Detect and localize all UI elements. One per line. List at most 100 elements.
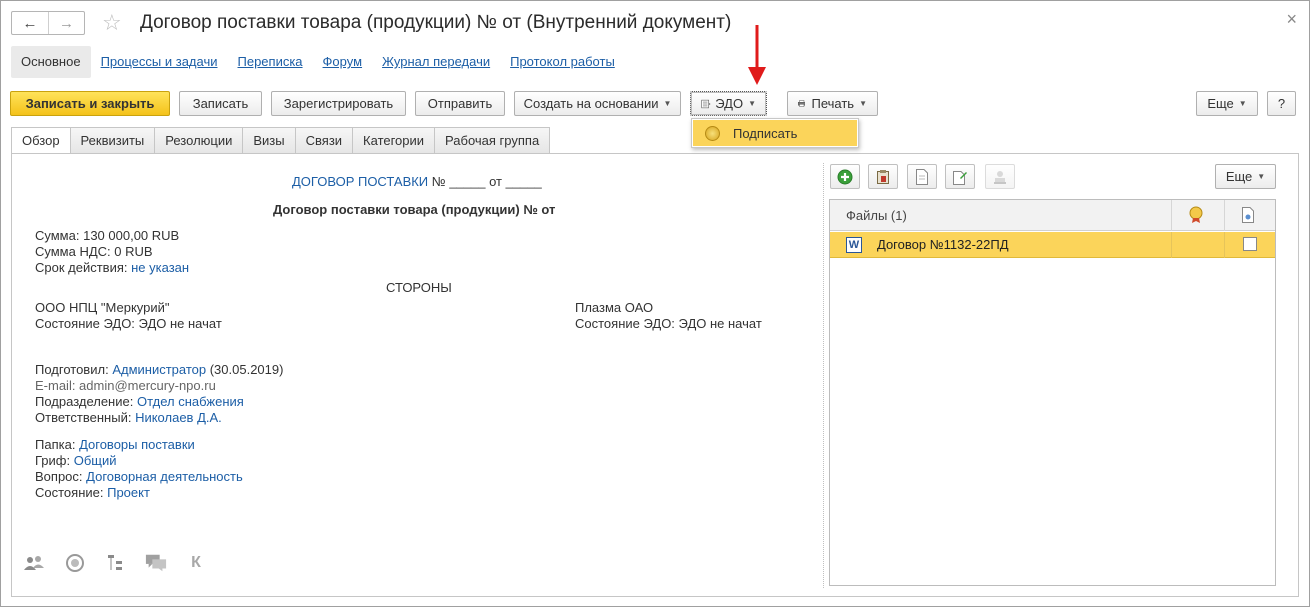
folder-link[interactable]: Договоры поставки <box>79 437 195 452</box>
folder-label: Папка: <box>35 437 76 452</box>
files-more-button[interactable]: Еще ▼ <box>1215 164 1276 189</box>
save-and-close-button[interactable]: Записать и закрыть <box>10 91 170 116</box>
add-from-scanner-button[interactable] <box>868 164 898 189</box>
structure-icon[interactable] <box>105 553 127 573</box>
vat-line: Сумма НДС: 0 RUB <box>35 244 153 259</box>
question-link[interactable]: Договорная деятельность <box>86 469 243 484</box>
files-more-label: Еще <box>1225 169 1253 184</box>
department-link[interactable]: Отдел снабжения <box>137 394 244 409</box>
tab-work-log[interactable]: Протокол работы <box>500 46 625 78</box>
grif-label: Гриф: <box>35 453 71 468</box>
caret-down-icon: ▼ <box>1257 172 1266 181</box>
party1-edo-state: Состояние ЭДО: ЭДО не начат <box>35 316 222 331</box>
window-title: Договор поставки товара (продукции) № от… <box>140 12 732 33</box>
create-based-on-button[interactable]: Создать на основании ▼ <box>514 91 681 116</box>
register-label: Зарегистрировать <box>283 96 394 111</box>
status-link[interactable]: Проект <box>107 485 150 500</box>
forward-button[interactable]: → <box>48 12 84 34</box>
navigation-group: ← → <box>11 11 85 35</box>
prepared-by-link[interactable]: Администратор <box>112 362 206 377</box>
tab-details[interactable]: Реквизиты <box>70 127 156 154</box>
tab-overview[interactable]: Обзор <box>11 127 71 154</box>
prepared-label: Подготовил: <box>35 362 109 377</box>
content-tabs: Обзор Реквизиты Резолюции Визы Связи Кат… <box>11 127 551 154</box>
tab-processes[interactable]: Процессы и задачи <box>91 46 228 78</box>
add-file-button[interactable] <box>830 164 860 189</box>
discussion-icon[interactable] <box>145 553 167 573</box>
close-icon[interactable]: × <box>1286 9 1297 30</box>
save-and-close-label: Записать и закрыть <box>25 96 155 111</box>
sum-line: Сумма: 130 000,00 RUB <box>35 228 179 243</box>
parties-heading: СТОРОНЫ <box>386 280 452 295</box>
k-letter-icon[interactable]: К <box>185 553 207 573</box>
files-table[interactable]: Файлы (1) W Договор №1132-22ПД <box>829 199 1276 586</box>
register-button[interactable]: Зарегистрировать <box>271 91 406 116</box>
caret-down-icon: ▼ <box>859 99 867 108</box>
grif-line: Гриф: Общий <box>35 453 117 468</box>
edo-status-icon[interactable] <box>64 553 86 573</box>
sign-file-button[interactable] <box>985 164 1015 189</box>
column-separator <box>1171 232 1172 258</box>
file-row[interactable]: W Договор №1132-22ПД <box>830 232 1275 258</box>
print-button[interactable]: Печать ▼ <box>787 91 878 116</box>
menu-item-sign-label: Подписать <box>733 125 798 141</box>
arrow-left-icon: ← <box>22 14 38 32</box>
tab-main[interactable]: Основное <box>11 46 91 78</box>
save-button[interactable]: Записать <box>179 91 262 116</box>
document-heading: Договор поставки товара (продукции) № от <box>273 202 556 217</box>
print-label: Печать <box>811 96 855 111</box>
term-value-link[interactable]: не указан <box>131 260 189 275</box>
files-column-header[interactable]: Файлы (1) <box>846 208 907 223</box>
edo-dropdown-menu: Подписать <box>691 118 859 148</box>
responsible-link[interactable]: Николаев Д.А. <box>135 410 222 425</box>
signature-column-icon <box>1189 206 1203 223</box>
favorite-star-icon[interactable]: ☆ <box>102 10 122 36</box>
edit-file-button[interactable] <box>945 164 975 189</box>
caret-down-icon: ▼ <box>748 99 756 108</box>
more-label: Еще <box>1207 96 1234 111</box>
department-label: Подразделение: <box>35 394 134 409</box>
arrow-right-icon: → <box>59 14 74 32</box>
department-line: Подразделение: Отдел снабжения <box>35 394 244 409</box>
caret-down-icon: ▼ <box>663 99 672 108</box>
document-icon <box>916 168 928 185</box>
party1-link[interactable]: ООО НПЦ "Меркурий" <box>35 300 170 315</box>
grif-link[interactable]: Общий <box>74 453 117 468</box>
tab-transfer-log[interactable]: Журнал передачи <box>372 46 500 78</box>
menu-item-sign[interactable]: Подписать <box>693 120 857 146</box>
column-separator <box>1224 200 1225 231</box>
sum-label: Сумма: <box>35 228 80 243</box>
tab-correspondence[interactable]: Переписка <box>228 46 313 78</box>
tab-working-group[interactable]: Рабочая группа <box>435 127 551 154</box>
file-checkbox[interactable] <box>1243 237 1257 251</box>
participants-icon[interactable] <box>23 553 45 573</box>
tab-resolutions[interactable]: Резолюции <box>155 127 244 154</box>
help-button[interactable]: ? <box>1267 91 1296 116</box>
panel-divider[interactable] <box>823 163 824 588</box>
files-table-header: Файлы (1) <box>830 200 1275 231</box>
vat-label: Сумма НДС: <box>35 244 111 259</box>
tab-categories[interactable]: Категории <box>353 127 436 154</box>
contract-type-link[interactable]: ДОГОВОР ПОСТАВКИ <box>292 174 428 189</box>
edo-button[interactable]: ЭДО ▼ <box>690 91 767 116</box>
tab-links[interactable]: Связи <box>295 127 354 154</box>
status-label: Состояние: <box>35 485 104 500</box>
new-file-button[interactable] <box>907 164 937 189</box>
back-button[interactable]: ← <box>12 12 48 34</box>
document-header: ДОГОВОР ПОСТАВКИ № _____ от _____ <box>292 174 542 189</box>
party2-link[interactable]: Плазма ОАО <box>575 300 653 315</box>
document-column-icon <box>1242 207 1254 223</box>
create-based-on-label: Создать на основании <box>523 96 659 111</box>
column-separator <box>1171 200 1172 231</box>
more-button[interactable]: Еще ▼ <box>1196 91 1258 116</box>
send-button[interactable]: Отправить <box>415 91 505 116</box>
clipboard-icon <box>877 169 889 184</box>
send-label: Отправить <box>427 96 493 111</box>
stamp-icon <box>994 170 1006 184</box>
tab-visas[interactable]: Визы <box>243 127 296 154</box>
responsible-line: Ответственный: Николаев Д.А. <box>35 410 222 425</box>
status-line: Состояние: Проект <box>35 485 150 500</box>
tab-forum[interactable]: Форум <box>313 46 373 78</box>
term-line: Срок действия: не указан <box>35 260 189 275</box>
section-tabs: Основное Процессы и задачи Переписка Фор… <box>11 46 625 78</box>
